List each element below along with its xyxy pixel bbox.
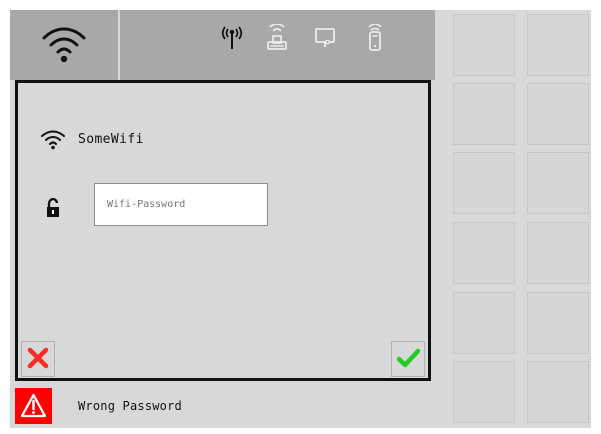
wifi-status-cell[interactable] (10, 10, 120, 80)
placeholder-tile[interactable] (527, 292, 589, 354)
phone-icon (368, 24, 382, 51)
error-message: Wrong Password (78, 399, 182, 413)
close-icon (27, 347, 49, 369)
placeholder-tile[interactable] (527, 14, 589, 76)
placeholder-tile[interactable] (453, 83, 515, 145)
display-icon (315, 28, 335, 47)
cancel-button[interactable] (21, 341, 55, 377)
placeholder-tile[interactable] (453, 14, 515, 76)
warning-icon (20, 393, 47, 418)
wifi-icon (40, 129, 66, 149)
confirm-button[interactable] (391, 341, 425, 377)
network-row: SomeWifi (40, 127, 144, 151)
wifi-icon (42, 27, 86, 63)
modem-icon (267, 24, 287, 50)
right-placeholder-grid (435, 10, 591, 428)
placeholder-tile[interactable] (453, 222, 515, 284)
placeholder-tile[interactable] (453, 152, 515, 214)
wifi-password-dialog: SomeWifi (15, 80, 431, 381)
antenna-icon (221, 26, 243, 49)
warning-badge (15, 388, 52, 424)
placeholder-tile[interactable] (453, 292, 515, 354)
check-icon (397, 348, 420, 368)
placeholder-tile[interactable] (527, 361, 589, 423)
network-name: SomeWifi (78, 131, 144, 147)
placeholder-tile[interactable] (527, 152, 589, 214)
placeholder-tile[interactable] (527, 83, 589, 145)
status-icon-group (220, 24, 410, 54)
placeholder-tile[interactable] (527, 222, 589, 284)
top-status-bar (10, 10, 435, 80)
screen: SomeWifi Wifi-Password Wrong Password (0, 0, 601, 434)
placeholder-tile[interactable] (453, 361, 515, 423)
message-bar: Wrong Password (10, 384, 435, 428)
password-input[interactable] (94, 183, 268, 226)
lock-icon (47, 198, 59, 217)
device-screen: SomeWifi Wifi-Password Wrong Password (10, 10, 591, 428)
